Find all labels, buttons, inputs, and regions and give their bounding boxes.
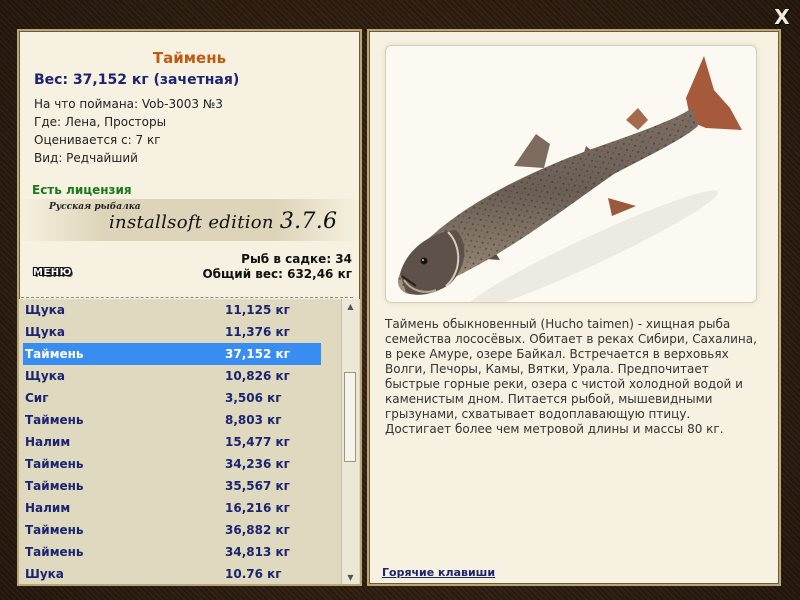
table-row[interactable]: Щука 11,376 кг [19, 321, 341, 343]
caught-on: На что поймана: Vob-3003 №3 [34, 97, 223, 111]
fish-weight-cell: 36,882 кг [225, 523, 290, 537]
fish-kind: Вид: Редчайший [34, 151, 138, 165]
table-row[interactable]: Таймень 34,813 кг [19, 541, 341, 563]
close-icon[interactable]: X [770, 6, 794, 28]
fish-weight-cell: 10,826 кг [225, 369, 290, 383]
fish-name-cell: Таймень [25, 457, 84, 471]
scrollbar[interactable]: ▲ ▼ [341, 299, 359, 584]
fish-description: Таймень обыкновенный (Hucho taimen) - хи… [385, 317, 757, 436]
fish-name-cell: Таймень [25, 545, 84, 559]
hotkeys-link[interactable]: Горячие клавиши [382, 566, 495, 579]
fish-weight-cell: 3,506 кг [225, 391, 282, 405]
fish-weight-cell: 37,152 кг [225, 347, 290, 361]
table-row[interactable]: Щука 10,826 кг [19, 365, 341, 387]
watermark: Русская рыбалка installsoft edition 3.7.… [19, 199, 360, 241]
fish-name-cell: Налим [25, 501, 71, 515]
fish-weight: Вес: 37,152 кг (зачетная) [34, 72, 240, 88]
fish-weight-cell: 35,567 кг [225, 479, 290, 493]
watermark-edition: installsoft edition 3.7.6 [109, 209, 337, 234]
watermark-edition-text: installsoft edition [109, 212, 280, 233]
fish-name-cell: Таймень [25, 347, 84, 361]
fish-name-cell: Таймень [25, 413, 84, 427]
fish-image-frame [385, 45, 757, 303]
fish-weight-cell: 15,477 кг [225, 435, 290, 449]
divider [21, 297, 353, 298]
fish-weight-cell: 34,236 кг [225, 457, 290, 471]
fish-info-panel: Таймень Вес: 37,152 кг (зачетная) На что… [17, 29, 362, 586]
scroll-thumb[interactable] [344, 372, 356, 462]
fish-weight-cell: 11,125 кг [225, 303, 290, 317]
total-weight: Общий вес: 632,46 кг [202, 267, 352, 281]
fish-weight-cell: 8,803 кг [225, 413, 282, 427]
table-row[interactable]: Налим 16,216 кг [19, 497, 341, 519]
license-status: Есть лицензия [32, 183, 132, 197]
fish-weight-cell: 10.76 кг [225, 567, 282, 581]
scroll-up-icon[interactable]: ▲ [342, 299, 359, 315]
fish-title: Таймень [152, 49, 227, 67]
taimen-fish-image [397, 56, 742, 302]
table-row[interactable]: Налим 15,477 кг [19, 431, 341, 453]
table-row[interactable]: Таймень 35,567 кг [19, 475, 341, 497]
fish-weight-cell: 11,376 кг [225, 325, 290, 339]
fish-name-cell: Щука [25, 303, 65, 317]
table-row[interactable]: Таймень 8,803 кг [19, 409, 341, 431]
fish-weight-cell: 16,216 кг [225, 501, 290, 515]
catch-rows: Щука 11,125 кг Щука 11,376 кг Таймень 37,152 … [19, 299, 341, 584]
valued-from: Оценивается с: 7 кг [34, 133, 161, 147]
scroll-down-icon[interactable]: ▼ [342, 570, 359, 584]
catch-list: Щука 11,125 кг Щука 11,376 кг Таймень 37,152 … [19, 299, 360, 584]
fish-name-cell: Налим [25, 435, 71, 449]
fish-name-cell: Таймень [25, 479, 84, 493]
table-row[interactable]: Сиг 3,506 кг [19, 387, 341, 409]
table-row[interactable]: Таймень 34,236 кг [19, 453, 341, 475]
fish-weight-cell: 34,813 кг [225, 545, 290, 559]
fish-details-panel: Таймень обыкновенный (Hucho taimen) - хи… [367, 29, 781, 586]
table-row[interactable]: Щука 11,125 кг [19, 299, 341, 321]
fish-name-cell: Щука [25, 369, 65, 383]
fish-count: Рыб в садке: 34 [241, 252, 352, 266]
fish-name-cell: Сиг [25, 391, 49, 405]
watermark-version: 3.7.6 [279, 209, 338, 234]
table-row[interactable]: Таймень 37,152 кг [23, 343, 321, 365]
table-row[interactable]: Шука 10.76 кг [19, 563, 341, 584]
menu-button[interactable]: МЕНЮ [33, 267, 72, 278]
table-row[interactable]: Таймень 36,882 кг [19, 519, 341, 541]
fish-name-cell: Таймень [25, 523, 84, 537]
fish-name-cell: Щука [25, 325, 65, 339]
fish-name-cell: Шука [25, 567, 64, 581]
location: Где: Лена, Просторы [34, 115, 167, 129]
